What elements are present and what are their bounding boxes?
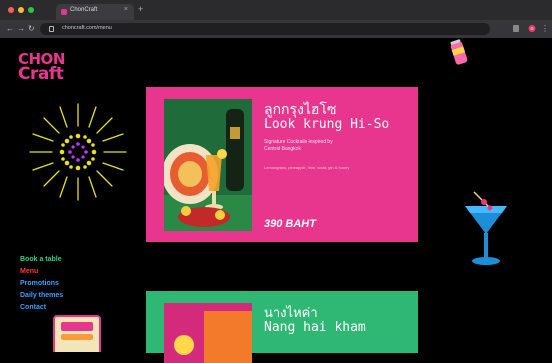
cocktail-glass-icon (465, 191, 507, 265)
reload-button[interactable]: ↻ (28, 24, 35, 33)
ticket-edge-left (143, 87, 149, 242)
cocktail-photo (164, 99, 252, 231)
ticket-edge-right (415, 87, 421, 242)
starburst-icon (29, 103, 127, 201)
new-tab-button[interactable]: + (138, 4, 143, 14)
url-input[interactable]: choncraft.com/menu (40, 23, 490, 35)
drink-can-icon (450, 39, 468, 65)
maximize-window-button[interactable] (28, 7, 34, 13)
ticket-edge-left (143, 291, 149, 353)
extension-icon[interactable] (512, 24, 520, 33)
menu-kebab-icon[interactable]: ⋮ (541, 24, 549, 33)
url-text: choncraft.com/menu (62, 25, 112, 31)
nav-book-a-table[interactable]: Book a table (20, 254, 63, 266)
tab-title: ChonCraft (70, 7, 98, 13)
nav-promotions[interactable]: Promotions (20, 278, 63, 290)
minimize-window-button[interactable] (18, 7, 24, 13)
browser-tab[interactable]: ChonCraft × (56, 4, 134, 20)
ticket-edge-right (415, 291, 421, 353)
choncraft-logo[interactable]: CHON Craft (18, 52, 65, 84)
close-window-button[interactable] (8, 7, 14, 13)
drink-description-2: Central Bangkok (264, 146, 301, 152)
logo-line-2: Craft (18, 64, 64, 84)
menu-card-nang-hai-kham[interactable]: นางไหค่า Nang hai kham (143, 291, 421, 363)
menu-card-look-krung-hi-so[interactable]: ลูกกรุงไฮโซ Look krung Hi-So Signature C… (143, 87, 421, 242)
profile-icon[interactable] (528, 24, 536, 33)
browser-window: ChonCraft × + ← → ↻ choncraft.com/menu ⋮… (0, 0, 552, 363)
back-button[interactable]: ← (6, 24, 14, 33)
forward-button[interactable]: → (17, 24, 25, 33)
tab-bar: ChonCraft × + (0, 0, 552, 20)
drink-name: Look krung Hi-So (264, 117, 390, 132)
sticker-icon (53, 315, 101, 352)
drink-ingredients: Lemongrass, pineapple, lime, soda, gin &… (264, 165, 350, 170)
address-bar-row: ← → ↻ choncraft.com/menu ⋮ (0, 20, 552, 38)
favicon-icon (61, 9, 67, 15)
tab-close-icon[interactable]: × (124, 6, 128, 13)
main-nav: Book a table Menu Promotions Daily theme… (20, 254, 63, 314)
drink-name: Nang hai kham (264, 320, 366, 335)
drink-price: 390 BAHT (264, 218, 316, 230)
nav-menu[interactable]: Menu (20, 266, 63, 278)
cocktail-photo (164, 303, 252, 363)
lock-icon (49, 26, 54, 32)
drink-description: Signature Cocktails inspired by (264, 139, 333, 145)
nav-daily-themes[interactable]: Daily themes (20, 290, 63, 302)
